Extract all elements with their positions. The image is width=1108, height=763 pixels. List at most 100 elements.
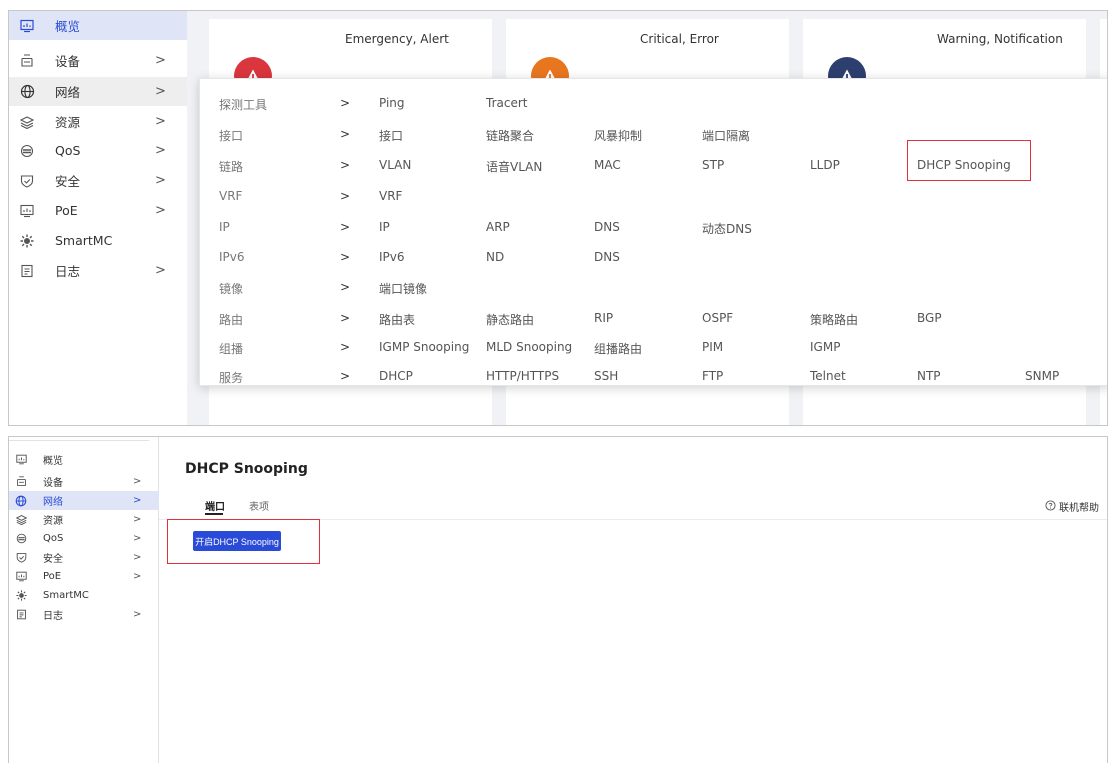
menu-item-storm-control[interactable]: 风暴抑制 (594, 127, 642, 144)
sidebar-item-qos[interactable]: QoS > (9, 136, 187, 165)
top-screenshot-panel: 概览 设备 > 网络 > 资源 > QoS > 安全 > PoE > Smart… (8, 10, 1108, 426)
device-icon (15, 476, 27, 488)
menu-item-bgp[interactable]: BGP (917, 311, 942, 325)
sidebar: 概览 设备 > 网络 > 资源 > QoS > 安全 > PoE > Smart… (9, 437, 159, 763)
chevron-right-icon: > (340, 280, 351, 294)
menu-item-multicast-routing[interactable]: 组播路由 (594, 340, 642, 357)
sidebar-item-label: 安全 (43, 554, 63, 565)
sidebar-item-security[interactable]: 安全 > (9, 548, 159, 567)
tab-port[interactable]: 端口 (205, 498, 225, 513)
menu-row-ipv6: IPv6 > IPv6 ND DNS (200, 242, 1107, 272)
divider (9, 440, 149, 441)
sidebar-item-network[interactable]: 网络 > (9, 491, 159, 510)
sidebar-item-device[interactable]: 设备 > (9, 46, 187, 75)
menu-item-dynamic-dns[interactable]: 动态DNS (702, 220, 752, 237)
sidebar-item-resource[interactable]: 资源 > (9, 107, 187, 136)
menu-item-dns[interactable]: DNS (594, 220, 620, 234)
menu-item-vlan[interactable]: VLAN (379, 158, 411, 172)
sidebar-item-label: QoS (55, 143, 81, 158)
menu-item-ip[interactable]: IP (379, 220, 390, 234)
sidebar-item-qos[interactable]: QoS > (9, 529, 159, 548)
menu-item-telnet[interactable]: Telnet (810, 369, 846, 383)
card-title: Warning, Notification (937, 32, 1063, 46)
qos-icon (19, 143, 35, 159)
sidebar-item-label: SmartMC (55, 233, 113, 248)
menu-item-voice-vlan[interactable]: 语音VLAN (486, 158, 542, 175)
card-title: Critical, Error (640, 32, 719, 46)
sidebar-item-label: QoS (43, 533, 64, 544)
menu-item-tracert[interactable]: Tracert (486, 96, 527, 110)
sidebar-item-log[interactable]: 日志 > (9, 605, 159, 624)
menu-item-ntp[interactable]: NTP (917, 369, 941, 383)
menu-item-stp[interactable]: STP (702, 158, 724, 172)
menu-row-service: 服务 > DHCP HTTP/HTTPS SSH FTP Telnet NTP … (200, 361, 1107, 391)
sidebar-item-label: PoE (55, 203, 78, 218)
menu-item-http-https[interactable]: HTTP/HTTPS (486, 369, 559, 383)
sidebar-item-label: 设备 (55, 54, 81, 69)
chevron-right-icon: > (340, 96, 351, 110)
sidebar-item-label: 安全 (55, 174, 81, 189)
poe-icon (15, 571, 27, 583)
card-title: Emergency, Alert (345, 32, 449, 46)
menu-category: 探测工具 (219, 98, 268, 112)
chevron-right-icon: > (155, 84, 166, 99)
menu-item-igmp[interactable]: IGMP (810, 340, 840, 354)
menu-item-static-route[interactable]: 静态路由 (486, 311, 534, 328)
sidebar-item-network[interactable]: 网络 > (9, 77, 187, 106)
help-icon (1045, 499, 1056, 514)
gear-cluster-icon (15, 590, 27, 602)
sidebar-item-resource[interactable]: 资源 > (9, 510, 159, 529)
sidebar-item-device[interactable]: 设备 > (9, 472, 159, 491)
menu-category: 路由 (219, 313, 244, 327)
menu-item-dhcp[interactable]: DHCP (379, 369, 413, 383)
menu-item-nd[interactable]: ND (486, 250, 504, 264)
menu-item-ssh[interactable]: SSH (594, 369, 618, 383)
bottom-screenshot-panel: 概览 设备 > 网络 > 资源 > QoS > 安全 > PoE > Smart… (8, 436, 1108, 763)
menu-item-routing-table[interactable]: 路由表 (379, 311, 415, 328)
help-label: 联机帮助 (1059, 503, 1099, 514)
menu-row-multicast: 组播 > IGMP Snooping MLD Snooping 组播路由 PIM… (200, 332, 1107, 362)
menu-item-port-mirroring[interactable]: 端口镜像 (379, 280, 427, 297)
menu-item-rip[interactable]: RIP (594, 311, 613, 325)
sidebar-item-log[interactable]: 日志 > (9, 256, 187, 285)
sidebar-item-label: 概览 (55, 19, 81, 34)
tab-entries[interactable]: 表项 (249, 498, 269, 513)
menu-item-pim[interactable]: PIM (702, 340, 723, 354)
menu-item-igmp-snooping[interactable]: IGMP Snooping (379, 340, 469, 354)
menu-item-port-isolation[interactable]: 端口隔离 (702, 127, 750, 144)
menu-item-snmp[interactable]: SNMP (1025, 369, 1059, 383)
chevron-right-icon: > (133, 533, 142, 544)
chevron-right-icon: > (340, 189, 351, 203)
highlight-box (907, 140, 1031, 181)
sidebar-item-smartmc[interactable]: SmartMC (9, 226, 187, 255)
menu-item-mld-snooping[interactable]: MLD Snooping (486, 340, 572, 354)
sidebar-item-poe[interactable]: PoE > (9, 567, 159, 586)
menu-item-ftp[interactable]: FTP (702, 369, 723, 383)
menu-item-mac[interactable]: MAC (594, 158, 621, 172)
menu-item-link-aggregation[interactable]: 链路聚合 (486, 127, 534, 144)
menu-row-vrf: VRF > VRF (200, 181, 1107, 211)
menu-item-policy-routing[interactable]: 策略路由 (810, 311, 858, 328)
menu-category: 镜像 (219, 282, 244, 296)
sidebar-item-security[interactable]: 安全 > (9, 166, 187, 195)
chevron-right-icon: > (340, 127, 351, 141)
menu-item-ipv6-dns[interactable]: DNS (594, 250, 620, 264)
menu-item-interface[interactable]: 接口 (379, 127, 403, 144)
menu-item-lldp[interactable]: LLDP (810, 158, 840, 172)
menu-item-arp[interactable]: ARP (486, 220, 510, 234)
sidebar-item-label: PoE (43, 571, 62, 582)
sidebar-item-overview[interactable]: 概览 (9, 11, 187, 40)
sidebar-item-poe[interactable]: PoE > (9, 196, 187, 225)
sidebar-item-label: 日志 (55, 264, 81, 279)
online-help-link[interactable]: 联机帮助 (1045, 499, 1099, 514)
sidebar-item-overview[interactable]: 概览 (9, 450, 159, 469)
log-icon (15, 609, 27, 621)
qos-icon (15, 533, 27, 545)
menu-item-ipv6[interactable]: IPv6 (379, 250, 405, 264)
menu-item-ping[interactable]: Ping (379, 96, 405, 110)
menu-item-vrf[interactable]: VRF (379, 189, 402, 203)
sidebar-item-smartmc[interactable]: SmartMC (9, 586, 159, 605)
menu-category: VRF (219, 189, 243, 203)
menu-item-ospf[interactable]: OSPF (702, 311, 733, 325)
chevron-right-icon: > (133, 609, 142, 620)
